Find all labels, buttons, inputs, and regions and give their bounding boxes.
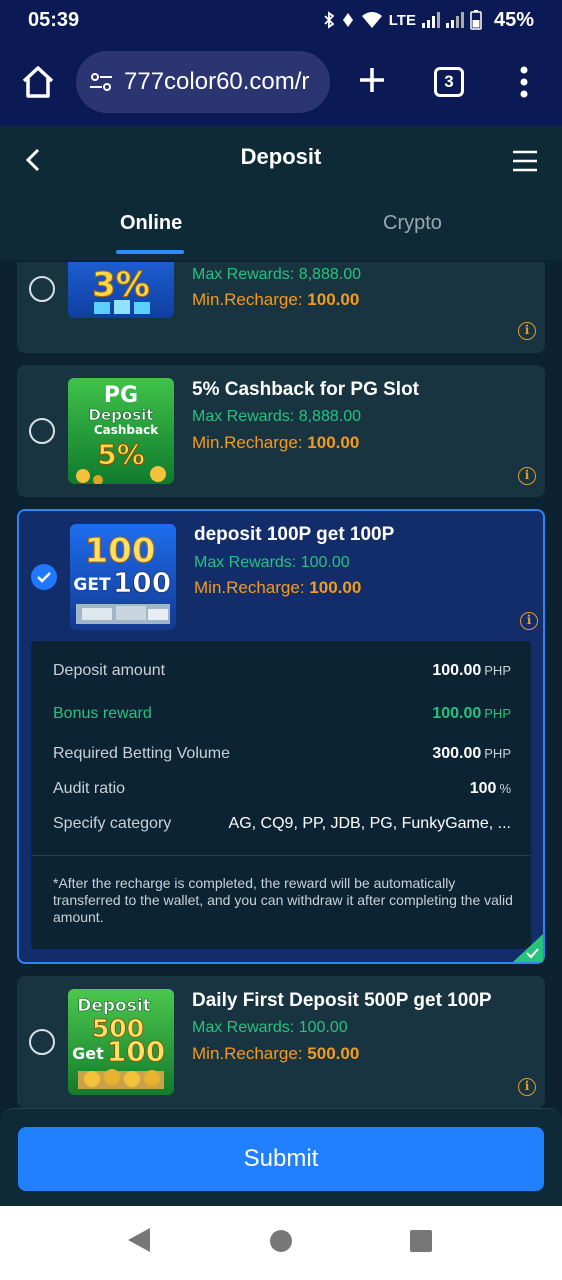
deposit-500-get-100-image: Deposit 500 Get 100 — [68, 989, 174, 1095]
audit-ratio-value: 100% — [469, 780, 511, 797]
category-label: Specify category — [53, 815, 172, 832]
audit-ratio-label: Audit ratio — [53, 780, 126, 797]
site-settings-icon[interactable] — [88, 69, 114, 95]
footer-bar: Submit — [0, 1108, 562, 1206]
min-recharge: Min.Recharge: 100.00 — [192, 433, 360, 452]
bluetooth-icon — [324, 11, 335, 29]
svg-text:Get: Get — [72, 1044, 104, 1063]
signal-icon-2 — [445, 12, 464, 28]
min-recharge: Min.Recharge: 500.00 — [192, 1044, 360, 1063]
svg-text:Deposit: Deposit — [77, 996, 151, 1016]
selected-corner-check-icon — [513, 934, 543, 962]
info-icon[interactable]: i — [518, 322, 536, 340]
svg-text:100: 100 — [113, 566, 171, 599]
promotion-detail-panel: Deposit amount 100.00 PHP Bonus reward 10… — [31, 641, 531, 949]
svg-text:PG: PG — [104, 383, 138, 408]
betting-volume-label: Required Betting Volume — [53, 745, 230, 762]
info-icon[interactable]: i — [518, 467, 536, 485]
max-rewards: Max Rewards: 100.00 — [194, 554, 350, 571]
promotion-card-100-get-100[interactable]: 100 GET 100 deposit 100P get 100P Max Re… — [17, 509, 545, 964]
cashback-3-image: cashback 3% — [68, 262, 174, 318]
svg-text:100: 100 — [85, 531, 156, 571]
signal-icon — [421, 12, 440, 28]
promotion-list[interactable]: cashback 3% Max Rewards: 8,888.00 Min.Re… — [0, 262, 562, 1108]
tab-crypto[interactable]: Crypto — [383, 212, 442, 235]
battery-icon — [470, 10, 482, 30]
svg-text:GET: GET — [73, 575, 111, 595]
status-bar: 05:39 LTE 45% — [0, 0, 562, 40]
max-rewards: Max Rewards: 100.00 — [192, 1019, 348, 1036]
nav-back-icon[interactable] — [128, 1228, 150, 1252]
battery-level: 45% — [493, 8, 534, 31]
vibrate-icon — [342, 13, 353, 27]
check-icon — [37, 572, 51, 583]
tab-switcher-button[interactable]: 3 — [434, 67, 464, 97]
url-bar[interactable]: 777color60.com/r — [76, 51, 330, 113]
svg-text:100: 100 — [107, 1035, 165, 1068]
divider — [31, 855, 531, 856]
promotion-title: Daily First Deposit 500P get 100P — [192, 990, 492, 1011]
radio-button-checked[interactable] — [31, 564, 57, 590]
nav-recents-icon[interactable] — [410, 1230, 432, 1252]
svg-text:3%: 3% — [92, 265, 150, 305]
app-header: Deposit Online Crypto — [0, 126, 562, 260]
status-time: 05:39 — [28, 8, 80, 31]
promotion-title: 5% Cashback for PG Slot — [192, 379, 420, 400]
svg-text:Deposit: Deposit — [89, 406, 154, 424]
max-rewards: Max Rewards: 8,888.00 — [192, 408, 361, 425]
deposit-amount-value: 100.00 PHP — [432, 662, 511, 679]
tab-online[interactable]: Online — [120, 212, 182, 235]
bonus-reward-value: 100.00 PHP — [432, 705, 511, 722]
promotion-card-daily-first-deposit[interactable]: Deposit 500 Get 100 Daily First Deposit … — [17, 976, 545, 1108]
tab-count: 3 — [444, 72, 454, 91]
promotion-card-pg-cashback[interactable]: PG Deposit Cashback 5% 5% Cashback for P… — [17, 365, 545, 497]
min-recharge: Min.Recharge: 100.00 — [192, 290, 360, 309]
pg-cashback-5-image: PG Deposit Cashback 5% — [68, 378, 174, 484]
bonus-reward-label: Bonus reward — [53, 705, 152, 722]
min-recharge: Min.Recharge: 100.00 — [194, 578, 362, 597]
nav-home-icon[interactable] — [270, 1230, 292, 1252]
browser-toolbar: 777color60.com/r 3 — [0, 40, 562, 126]
promotion-title: deposit 100P get 100P — [194, 524, 395, 545]
network-label: LTE — [388, 11, 416, 29]
home-icon[interactable] — [20, 64, 56, 100]
new-tab-icon[interactable] — [354, 62, 390, 98]
submit-button[interactable]: Submit — [18, 1127, 544, 1191]
url-text: 777color60.com/r — [124, 68, 310, 95]
system-icons: LTE 45% — [323, 9, 534, 32]
svg-text:5%: 5% — [97, 438, 145, 471]
system-navigation-bar — [0, 1206, 562, 1280]
svg-text:Cashback: Cashback — [94, 423, 159, 437]
more-vert-icon[interactable] — [512, 64, 536, 100]
promotion-thumbnail: PG Deposit Cashback 5% — [68, 378, 174, 484]
category-value: AG, CQ9, PP, JDB, PG, FunkyGame, ... — [228, 815, 511, 832]
promotion-thumbnail: 100 GET 100 — [70, 524, 176, 630]
radio-button[interactable] — [29, 418, 55, 444]
page-title: Deposit — [240, 144, 322, 169]
svg-text:cashback: cashback — [87, 262, 155, 263]
betting-volume-value: 300.00 PHP — [432, 745, 511, 762]
info-icon[interactable]: i — [518, 1078, 536, 1096]
promotion-card-cashback-3[interactable]: cashback 3% Max Rewards: 8,888.00 Min.Re… — [17, 262, 545, 353]
promotion-thumbnail: Deposit 500 Get 100 — [68, 989, 174, 1095]
promotion-thumbnail: cashback 3% — [68, 262, 174, 318]
100-get-100-image: 100 GET 100 — [70, 524, 176, 630]
info-icon[interactable]: i — [520, 612, 538, 630]
wifi-icon — [361, 12, 382, 28]
radio-button[interactable] — [29, 276, 55, 302]
max-rewards: Max Rewards: 8,888.00 — [192, 266, 361, 283]
deposit-amount-label: Deposit amount — [53, 662, 166, 679]
active-tab-indicator — [116, 250, 184, 254]
radio-button[interactable] — [29, 1029, 55, 1055]
hamburger-menu-icon[interactable] — [512, 148, 538, 174]
recharge-note: *After the recharge is completed, the re… — [53, 875, 513, 925]
